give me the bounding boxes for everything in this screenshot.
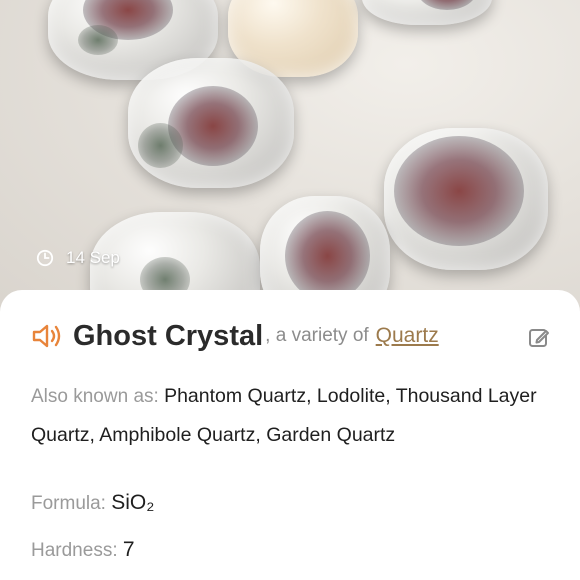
variety-prefix: , a variety of (265, 325, 369, 346)
crystal-stone (384, 128, 548, 270)
title-row: Ghost Crystal , a variety of Quartz (31, 316, 551, 356)
inclusion (417, 0, 477, 10)
hero-photo: 14 Sep (0, 0, 580, 320)
hardness-value: 7 (122, 538, 135, 561)
variety-link[interactable]: Quartz (376, 324, 439, 348)
inclusion (78, 25, 118, 55)
formula-label: Formula: (31, 493, 106, 514)
photo-date: 14 Sep (36, 248, 120, 268)
hardness-label: Hardness: (31, 540, 118, 561)
formula-value: SiO₂ (111, 491, 155, 514)
formula: Formula: SiO₂ (31, 491, 154, 515)
crystal-stone (362, 0, 492, 25)
inclusion (285, 211, 370, 301)
also-known-as: Also known as: Phantom Quartz, Lodolite,… (31, 377, 551, 455)
also-known-as-label: Also known as: (31, 386, 159, 407)
hardness: Hardness: 7 (31, 538, 135, 562)
crystal-stone (128, 58, 294, 188)
specimen-name: Ghost Crystal (73, 319, 264, 352)
inclusion (394, 136, 524, 246)
inclusion (138, 123, 183, 168)
speaker-icon[interactable] (31, 322, 63, 350)
inclusion (168, 86, 258, 166)
date-text: 14 Sep (66, 248, 120, 267)
edit-icon[interactable] (528, 327, 550, 349)
clock-icon (36, 249, 54, 267)
